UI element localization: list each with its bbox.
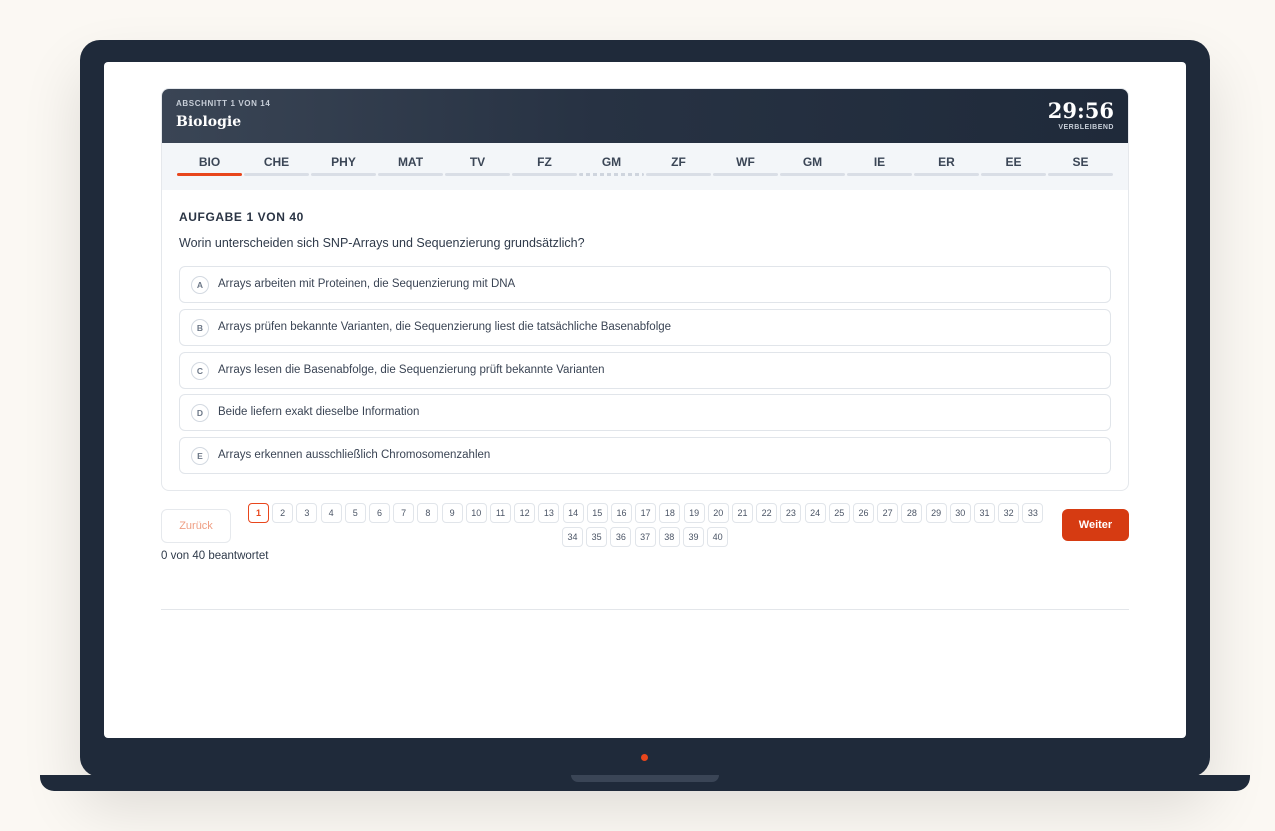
tab-se[interactable]: SE [1048,143,1113,190]
task-counter: AUFGABE 1 VON 40 [179,210,304,224]
option-letter: A [191,276,209,294]
page-button-25[interactable]: 25 [828,503,850,523]
page-button-11[interactable]: 11 [490,503,511,523]
page-button-22[interactable]: 22 [756,503,778,523]
question-text: Worin unterscheiden sich SNP-Arrays und … [179,236,585,250]
tab-zf[interactable]: ZF [646,143,711,190]
tab-bio[interactable]: BIO [177,143,242,190]
page-button-32[interactable]: 32 [998,503,1020,523]
page-button-21[interactable]: 21 [732,503,753,523]
answer-option-a[interactable]: A Arrays arbeiten mit Proteinen, die Seq… [179,266,1111,303]
timer-label: VERBLEIBEND [1058,124,1114,131]
page-button-37[interactable]: 37 [634,527,656,547]
page-button-27[interactable]: 27 [877,503,899,523]
option-letter: B [191,319,209,337]
page-button-15[interactable]: 15 [586,503,608,523]
page-button-16[interactable]: 16 [611,503,632,523]
tab-che[interactable]: CHE [244,143,309,190]
page-button-12[interactable]: 12 [514,503,536,523]
exam-card: ABSCHNITT 1 VON 14 Biologie 29:56 VERBLE… [161,88,1129,491]
page-button-18[interactable]: 18 [659,503,681,523]
page-button-1[interactable]: 1 [248,503,269,523]
answered-status: 0 von 40 beantwortet [161,550,269,562]
section-title: Biologie [176,114,242,130]
tab-fz[interactable]: FZ [512,143,577,190]
page-button-26[interactable]: 26 [853,503,874,523]
option-text: Arrays prüfen bekannte Varianten, die Se… [218,321,672,333]
page-button-40[interactable]: 40 [707,527,729,547]
screen: ABSCHNITT 1 VON 14 Biologie 29:56 VERBLE… [104,62,1186,738]
option-text: Beide liefern exakt dieselbe Information [218,406,420,418]
page-button-10[interactable]: 10 [465,503,487,523]
tab-gm-1[interactable]: GM [579,143,644,190]
section-kicker: ABSCHNITT 1 VON 14 [176,99,271,108]
page-button-8[interactable]: 8 [417,503,439,523]
back-button[interactable]: Zurück [161,509,231,543]
page-button-3[interactable]: 3 [296,503,318,523]
answer-option-d[interactable]: D Beide liefern exakt dieselbe Informati… [179,394,1111,431]
page-button-23[interactable]: 23 [780,503,802,523]
page-button-9[interactable]: 9 [441,503,463,523]
option-letter: C [191,362,209,380]
page-button-30[interactable]: 30 [949,503,971,523]
tab-tv[interactable]: TV [445,143,510,190]
page-button-39[interactable]: 39 [683,527,704,547]
answer-option-e[interactable]: E Arrays erkennen ausschließlich Chromos… [179,437,1111,474]
option-text: Arrays arbeiten mit Proteinen, die Seque… [218,278,516,290]
tab-er[interactable]: ER [914,143,979,190]
laptop-notch [571,775,719,782]
page-button-7[interactable]: 7 [393,503,415,523]
question-pager: 1 2 3 4 5 6 7 8 9 10 11 12 13 14 15 16 17 18 19 20 21 22 23 24 2… [248,503,1046,553]
page-button-2[interactable]: 2 [272,503,294,523]
subject-tabs: BIO CHE PHY MAT TV FZ GM ZF WF GM IE ER … [162,143,1128,190]
page-button-28[interactable]: 28 [901,503,923,523]
exam-header: ABSCHNITT 1 VON 14 Biologie 29:56 VERBLE… [162,89,1128,143]
page-button-34[interactable]: 34 [562,527,583,547]
page-button-5[interactable]: 5 [344,503,366,523]
page-button-24[interactable]: 24 [804,503,826,523]
page-button-20[interactable]: 20 [707,503,729,523]
tab-ee[interactable]: EE [981,143,1046,190]
page-button-38[interactable]: 38 [658,527,680,547]
option-letter: E [191,447,209,465]
page-button-35[interactable]: 35 [586,527,608,547]
tab-phy[interactable]: PHY [311,143,376,190]
tab-ie[interactable]: IE [847,143,912,190]
answer-option-c[interactable]: C Arrays lesen die Basenabfolge, die Seq… [179,352,1111,389]
option-letter: D [191,404,209,422]
divider [161,609,1129,610]
page-button-14[interactable]: 14 [562,503,584,523]
option-text: Arrays lesen die Basenabfolge, die Seque… [218,364,605,376]
page-button-6[interactable]: 6 [369,503,390,523]
page-button-17[interactable]: 17 [635,503,657,523]
page-button-19[interactable]: 19 [683,503,705,523]
countdown-timer: 29:56 [1047,98,1114,123]
tab-wf[interactable]: WF [713,143,778,190]
tab-mat[interactable]: MAT [378,143,443,190]
page-button-33[interactable]: 33 [1022,503,1044,523]
next-button[interactable]: Weiter [1062,509,1129,541]
page-button-36[interactable]: 36 [610,527,632,547]
camera-led-icon [641,754,648,761]
page-button-31[interactable]: 31 [974,503,995,523]
page-button-29[interactable]: 29 [925,503,947,523]
tab-gm-2[interactable]: GM [780,143,845,190]
option-text: Arrays erkennen ausschließlich Chromosom… [218,449,491,461]
answer-option-b[interactable]: B Arrays prüfen bekannte Varianten, die … [179,309,1111,346]
page-button-4[interactable]: 4 [320,503,342,523]
page-button-13[interactable]: 13 [538,503,560,523]
